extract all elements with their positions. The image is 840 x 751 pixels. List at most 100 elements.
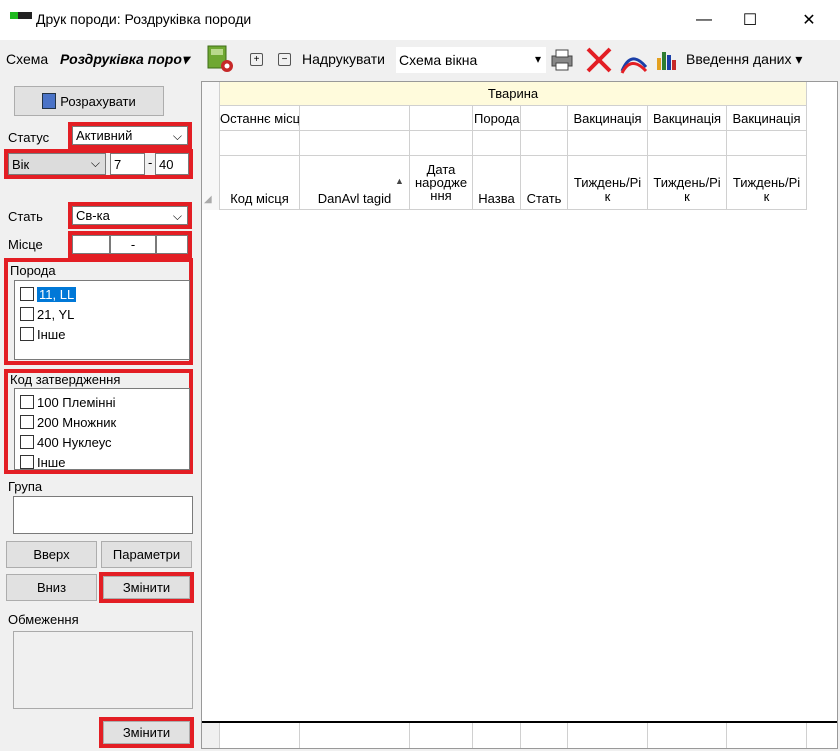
age-select-value: Вік — [12, 156, 30, 172]
approval-item[interactable]: 100 Племінні — [20, 392, 116, 412]
filter-cell[interactable] — [473, 131, 521, 156]
column-week-year[interactable]: Тиждень/Рі к — [648, 156, 727, 210]
footer-cell — [727, 723, 807, 748]
column-birth-date[interactable]: Дата народже ння — [410, 156, 473, 210]
delete-icon[interactable] — [584, 45, 614, 75]
footer-cell — [410, 723, 473, 748]
curve-chart-icon[interactable] — [619, 45, 649, 75]
checkbox[interactable] — [20, 395, 34, 409]
corner-triangle-icon: ◢ — [204, 194, 212, 205]
close-button[interactable]: ✕ — [786, 0, 832, 40]
chevron-down-icon: ⌵ — [172, 209, 182, 223]
filter-cell[interactable] — [300, 131, 410, 156]
sex-value: Св-ка — [76, 208, 110, 223]
status-select[interactable]: Активний ⌵ — [72, 126, 188, 145]
column-tagid[interactable]: DanAvl tagid — [300, 156, 410, 210]
header-vaccination: Вакцинація — [727, 106, 807, 131]
filter-cell[interactable] — [410, 131, 473, 156]
bar-chart-icon[interactable] — [655, 48, 677, 72]
sex-label: Стать — [8, 209, 43, 224]
place-dash: - — [110, 235, 156, 254]
age-dash: - — [148, 155, 153, 170]
breed-group-label: Порода — [10, 263, 56, 278]
checkbox[interactable] — [20, 307, 34, 321]
breed-item[interactable]: 11, LL — [20, 284, 77, 304]
age-from-input[interactable]: 7 — [110, 153, 145, 175]
chevron-down-icon: ⌵ — [172, 129, 182, 143]
print-scheme-select[interactable]: Схема вікна ▾ — [396, 47, 546, 73]
approval-group-label: Код затвердження — [10, 372, 121, 387]
filter-cell[interactable] — [727, 131, 807, 156]
header-cell — [521, 106, 568, 131]
place-to-input[interactable] — [156, 235, 188, 254]
scheme-dropdown[interactable]: Роздруківка поро▾ — [60, 51, 189, 68]
calculate-button[interactable]: Розрахувати — [14, 86, 164, 116]
checkbox[interactable] — [20, 455, 34, 469]
approval-item[interactable]: 200 Множник — [20, 412, 116, 432]
checkbox[interactable] — [20, 287, 34, 301]
status-value: Активний — [76, 128, 133, 143]
header-cell — [410, 106, 473, 131]
row-header-corner — [202, 82, 220, 210]
checkbox[interactable] — [20, 327, 34, 341]
checkbox[interactable] — [20, 435, 34, 449]
group-input[interactable] — [13, 496, 193, 534]
data-entry-menu[interactable]: Введення даних ▾ — [686, 51, 802, 68]
status-label: Статус — [8, 130, 50, 145]
maximize-button[interactable]: ☐ — [727, 0, 773, 40]
checkbox[interactable] — [20, 415, 34, 429]
group-header-animal: Тварина — [220, 82, 807, 106]
sex-select[interactable]: Св-ка ⌵ — [72, 206, 188, 225]
down-button[interactable]: Вниз — [6, 574, 97, 601]
column-sex[interactable]: Стать — [521, 156, 568, 210]
approval-item-label: 100 Племінні — [37, 394, 116, 410]
change-button[interactable]: Змінити — [103, 576, 190, 599]
column-place-code[interactable]: Код місця — [220, 156, 300, 210]
age-select[interactable]: Вік ⌵ — [8, 153, 106, 175]
filter-cell[interactable] — [568, 131, 648, 156]
window-title: Друк породи: Роздруківка породи — [36, 11, 252, 27]
footer-cell — [473, 723, 521, 748]
column-week-year[interactable]: Тиждень/Рі к — [568, 156, 648, 210]
parameters-button[interactable]: Параметри — [101, 541, 192, 568]
approval-item[interactable]: 400 Нуклеус — [20, 432, 112, 452]
sort-ascending-icon: ▲ — [395, 176, 404, 186]
print-scheme-value: Схема вікна — [399, 52, 478, 68]
chevron-down-icon: ▾ — [534, 52, 541, 66]
approval-list: 100 Племінні 200 Множник 400 Нуклеус Інш… — [14, 388, 190, 470]
printer-icon[interactable] — [548, 46, 576, 74]
filter-cell[interactable] — [648, 131, 727, 156]
footer-cell — [220, 723, 300, 748]
change-button-2[interactable]: Змінити — [103, 721, 190, 744]
header-last-place: Останнє місц — [220, 106, 300, 131]
breed-item-label: 11, LL — [37, 286, 77, 302]
up-button[interactable]: Вверх — [6, 541, 97, 568]
save-scheme-icon[interactable] — [206, 44, 234, 74]
breed-item-label: Інше — [37, 326, 66, 342]
approval-item[interactable]: Інше — [20, 452, 65, 472]
age-to-input[interactable]: 40 — [155, 153, 189, 175]
chevron-down-icon: ⌵ — [90, 156, 100, 170]
header-cell — [300, 106, 410, 131]
filter-cell[interactable] — [521, 131, 568, 156]
footer-cell — [648, 723, 727, 748]
minus-icon[interactable]: − — [278, 53, 291, 66]
minimize-button[interactable]: — — [681, 0, 727, 40]
footer-cell — [521, 723, 568, 748]
filter-cell[interactable] — [220, 131, 300, 156]
breed-item[interactable]: 21, YL — [20, 304, 74, 324]
print-label: Надрукувати — [302, 51, 385, 67]
scheme-label: Схема — [6, 51, 49, 67]
header-vaccination: Вакцинація — [648, 106, 727, 131]
column-name[interactable]: Назва — [473, 156, 521, 210]
calculate-button-label: Розрахувати — [60, 93, 136, 109]
place-from-input[interactable] — [72, 235, 110, 254]
limits-label: Обмеження — [8, 612, 79, 627]
breed-item-label: 21, YL — [37, 306, 75, 322]
place-label: Місце — [8, 237, 43, 252]
approval-item-label: Інше — [37, 454, 66, 470]
column-week-year[interactable]: Тиждень/Рі к — [727, 156, 807, 210]
breed-item[interactable]: Інше — [20, 324, 65, 344]
plus-icon[interactable]: + — [250, 53, 263, 66]
approval-item-label: 400 Нуклеус — [37, 434, 112, 450]
